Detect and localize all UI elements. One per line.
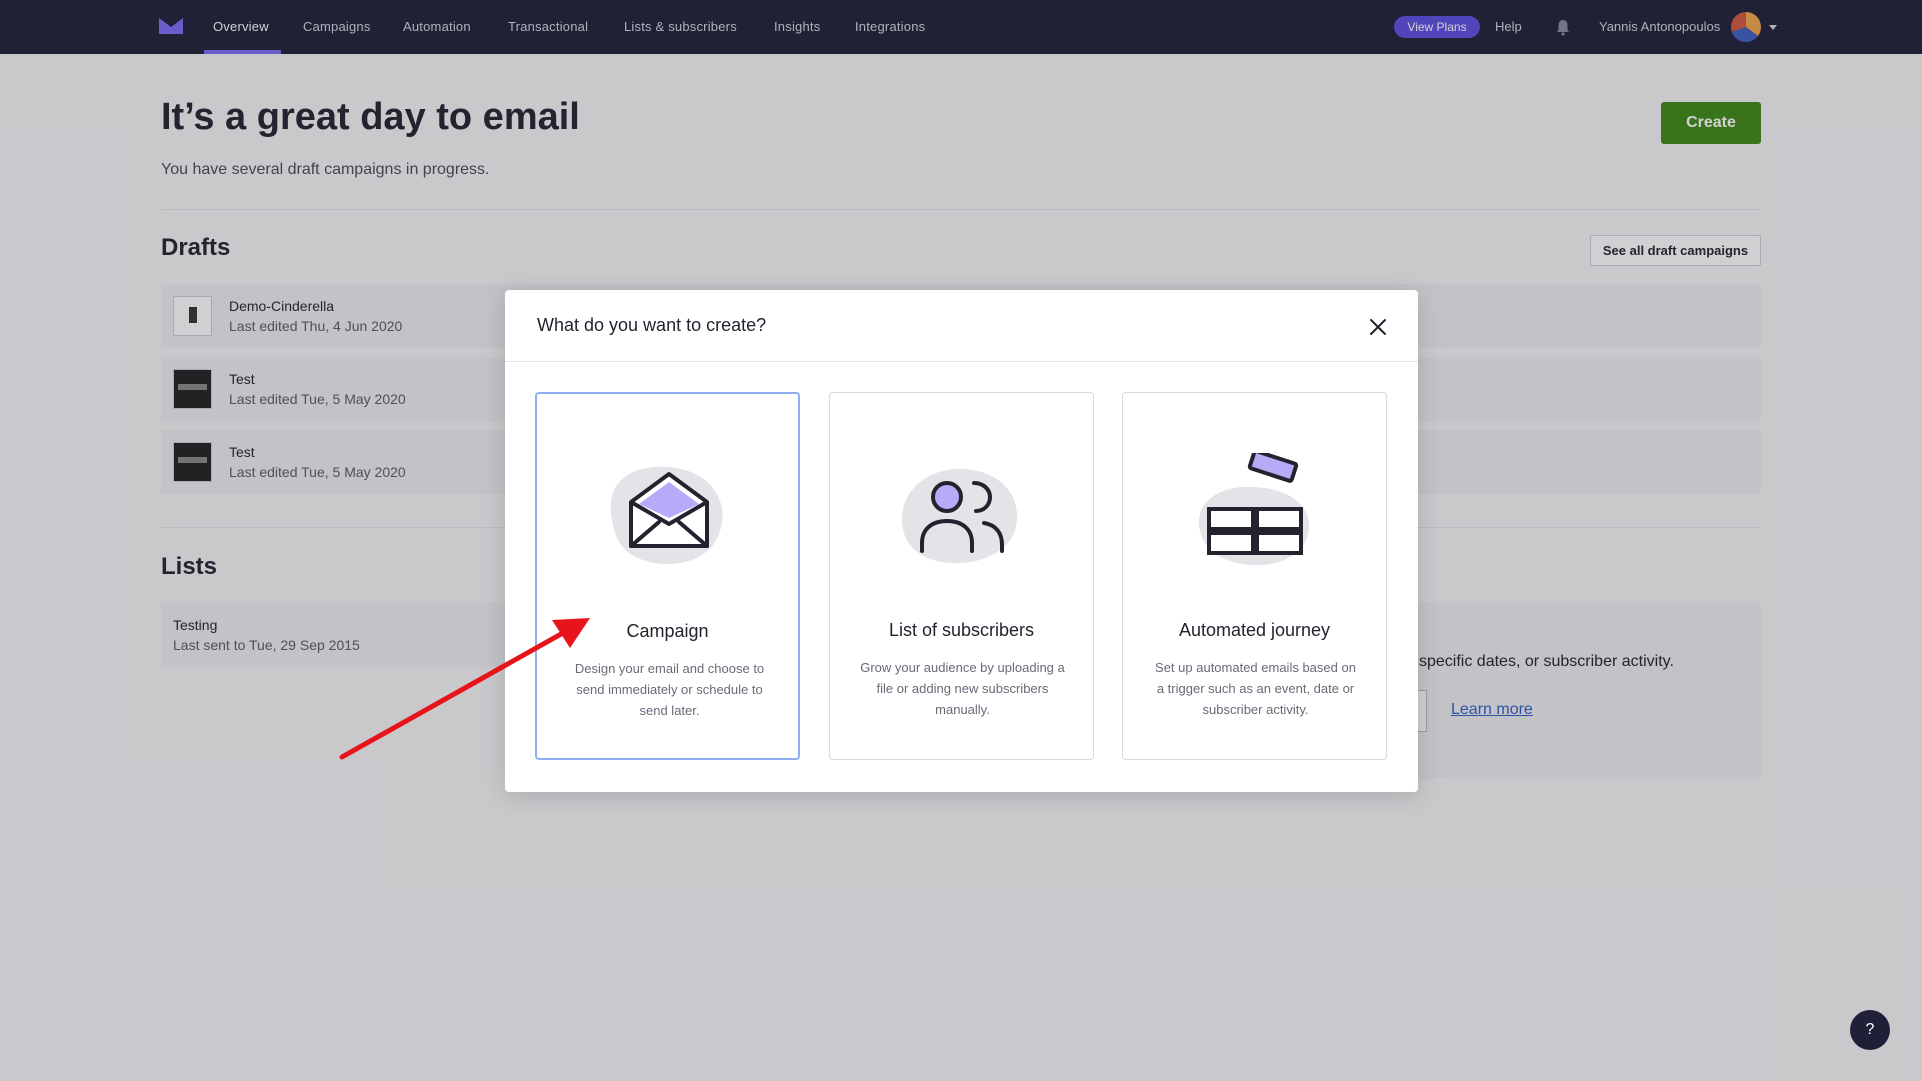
- modal-title: What do you want to create?: [537, 315, 767, 335]
- close-icon[interactable]: [1367, 316, 1389, 338]
- card-title: List of subscribers: [888, 620, 1035, 640]
- blocks-icon: [1198, 453, 1310, 566]
- envelope-icon: [610, 466, 723, 565]
- list-of-subscribers-card[interactable]: List of subscribers Grow your audience b…: [829, 392, 1094, 760]
- card-description: Grow your audience by uploading a file o…: [860, 660, 1065, 717]
- card-title: Automated journey: [1178, 620, 1331, 640]
- divider: [505, 361, 1418, 362]
- automated-journey-card[interactable]: Automated journey Set up automated email…: [1122, 392, 1387, 760]
- card-description: Set up automated emails based on a trigg…: [1155, 660, 1356, 717]
- people-icon: [901, 468, 1018, 564]
- help-fab-button[interactable]: ?: [1850, 1010, 1890, 1050]
- red-arrow-annotation: [339, 618, 590, 760]
- create-modal: What do you want to create? Campaign Des…: [505, 290, 1418, 792]
